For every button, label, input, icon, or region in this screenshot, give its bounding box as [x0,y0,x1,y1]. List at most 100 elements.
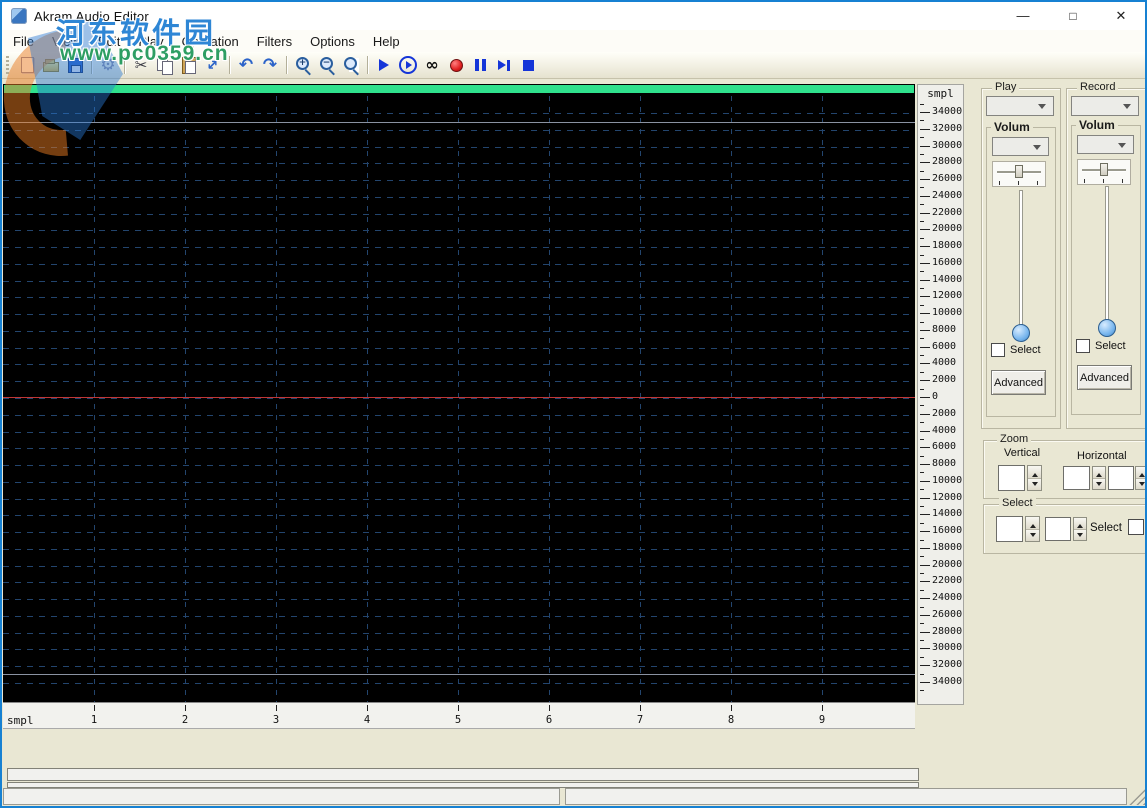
zoom-out-icon[interactable]: − [315,54,339,76]
play-advanced-button[interactable]: Advanced [991,370,1046,395]
axis-tick-label: 8000 [932,324,957,335]
grid-hline [3,649,915,650]
copy-icon[interactable] [153,54,177,76]
loop-glyph: ∞ [425,55,439,74]
axis-minor-tick [920,271,924,272]
menu-item-help[interactable]: Help [364,32,409,51]
zoom-vertical-input[interactable] [998,465,1025,491]
menu-item-view[interactable]: View [43,32,89,51]
balance-thumb[interactable] [1015,165,1023,178]
select-checkbox[interactable] [1128,519,1144,535]
record-volume-select[interactable] [1077,135,1134,154]
axis-minor-tick [920,288,924,289]
record-device-select[interactable] [1071,96,1139,116]
play-volume-select[interactable] [992,137,1049,156]
menu-item-play[interactable]: Play [129,32,172,51]
spin-up-button[interactable] [1028,466,1041,479]
play-group-caption: Play [992,81,1020,93]
menu-item-edit[interactable]: Edit [89,32,129,51]
menu-item-operation[interactable]: Operation [173,32,248,51]
axis-minor-tick [920,171,924,172]
redo-icon[interactable]: ↷ [258,54,282,76]
ruler-tick [276,705,277,711]
spin-down-button[interactable] [1074,529,1086,540]
grid-hline [3,482,915,483]
pause-glyph [474,59,486,71]
spin-up-button[interactable] [1136,467,1147,479]
menu-item-file[interactable]: File [4,32,43,51]
settings-gear-icon[interactable]: ⚙ [96,54,120,76]
step-icon[interactable] [492,54,516,76]
zoom-doc-icon[interactable] [339,54,363,76]
paste-icon[interactable] [177,54,201,76]
ruler-tick [731,705,732,711]
ruler-tick-label: 8 [727,714,735,726]
grid-vline [367,96,368,702]
record-volume-track[interactable] [1105,186,1109,333]
minimize-button[interactable]: — [1006,2,1040,30]
select-start-input[interactable] [996,516,1023,542]
record-balance-slider[interactable] [1077,159,1131,185]
spin-up-button[interactable] [1074,518,1086,530]
loop-icon[interactable]: ∞ [420,54,444,76]
cut-icon[interactable]: ✂ [129,54,153,76]
axis-tick-label: 6000 [932,341,957,352]
menu-item-options[interactable]: Options [301,32,364,51]
axis-minor-tick [920,120,924,121]
menu-item-filters[interactable]: Filters [248,32,301,51]
select-group: Select Select [983,497,1147,554]
grid-hline [3,499,915,500]
play-group: Play Volum Select Advanced [981,81,1061,429]
play-balance-slider[interactable] [992,161,1046,187]
zoom-horizontal-input-2[interactable] [1108,466,1134,490]
axis-tick-label: 12000 [932,492,963,503]
zoom-vertical-spinner [1027,465,1042,491]
zoom-horizontal-spinner-2 [1135,466,1147,490]
axis-major-tick [920,565,930,566]
grid-hline [3,348,915,349]
save-file-icon[interactable] [63,54,87,76]
axis-major-tick [920,146,930,147]
record-select-checkbox[interactable] [1076,339,1090,353]
close-button[interactable]: ✕ [1104,2,1138,30]
select-end-input[interactable] [1045,517,1071,541]
resize-icon[interactable]: ↔ [201,54,225,76]
play-select-checkbox[interactable] [991,343,1005,357]
spin-up-button[interactable] [1026,517,1039,530]
pause-icon[interactable] [468,54,492,76]
stop-icon[interactable] [516,54,540,76]
play-loop-icon[interactable] [396,54,420,76]
record-group: Record Volum Select Advanced [1066,81,1147,429]
zoom-doc-glyph [341,55,361,75]
play-device-select[interactable] [986,96,1054,116]
grid-hline [3,281,915,282]
grid-hline [3,381,915,382]
axis-tick-label: 14000 [932,274,963,285]
zoom-horizontal-input-1[interactable] [1063,466,1090,490]
spin-down-button[interactable] [1093,478,1105,489]
balance-thumb[interactable] [1100,163,1108,176]
status-panel-2 [565,788,1127,805]
spin-down-button[interactable] [1028,478,1041,490]
axis-major-tick [920,380,930,381]
play-volume-thumb[interactable] [1012,324,1030,342]
axis-minor-tick [920,238,924,239]
new-file-icon[interactable] [15,54,39,76]
resize-grip[interactable] [1128,788,1145,805]
axis-major-tick [920,280,930,281]
spin-up-button[interactable] [1093,467,1105,479]
open-file-icon[interactable] [39,54,63,76]
waveform-display[interactable] [3,84,915,702]
axis-minor-tick [920,439,924,440]
record-volume-thumb[interactable] [1098,319,1116,337]
maximize-button[interactable]: □ [1056,2,1090,30]
zoom-in-icon[interactable]: + [291,54,315,76]
record-icon[interactable] [444,54,468,76]
spin-down-button[interactable] [1136,478,1147,489]
play-icon[interactable] [372,54,396,76]
toolbar-grip[interactable] [6,56,9,74]
undo-icon[interactable]: ↶ [234,54,258,76]
spin-down-button[interactable] [1026,529,1039,541]
record-advanced-button[interactable]: Advanced [1077,365,1132,390]
play-volume-track[interactable] [1019,190,1023,337]
